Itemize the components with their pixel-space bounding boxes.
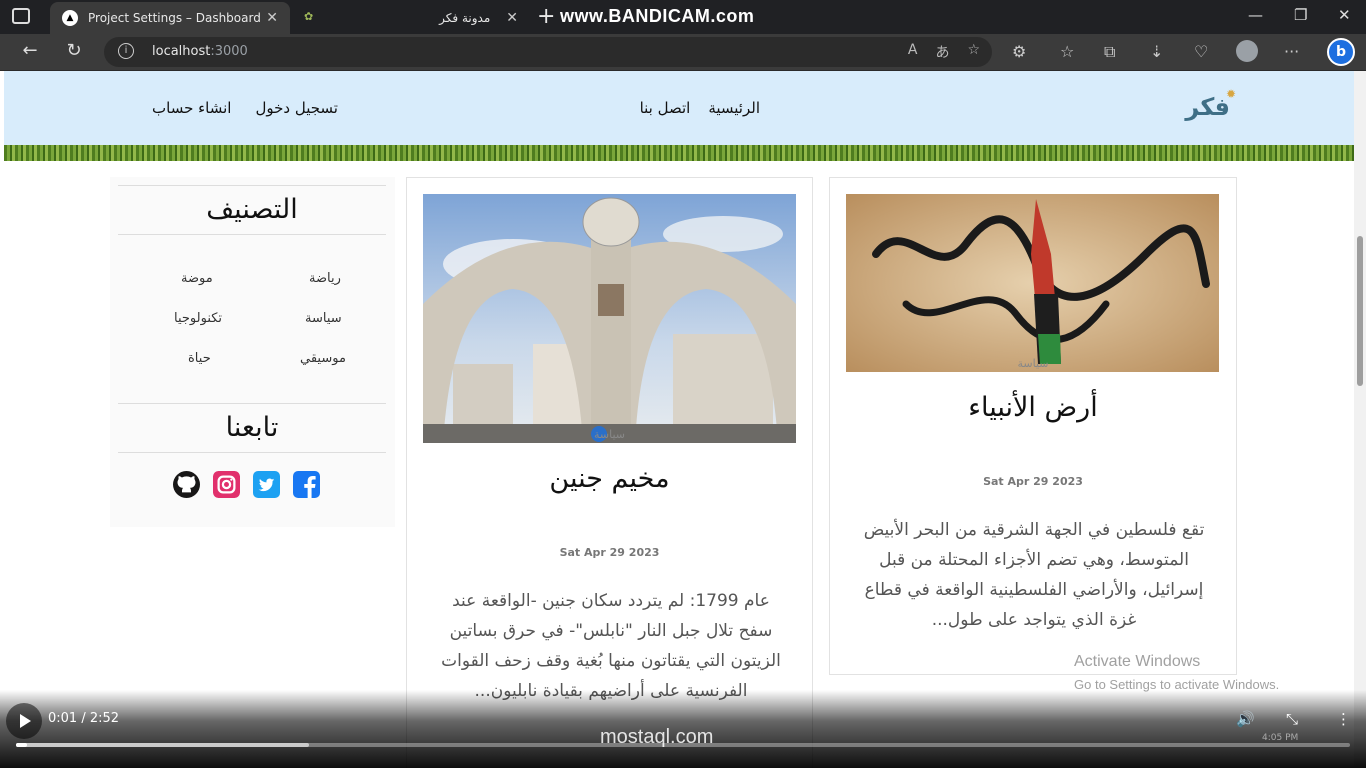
post-image[interactable] xyxy=(423,194,796,443)
sidebar: التصنيف رياضة موضة سياسة تكنولوجيا موسيق… xyxy=(110,177,395,527)
category-sports[interactable]: رياضة xyxy=(309,271,341,286)
post-category[interactable]: سياسة xyxy=(830,357,1236,370)
facebook-icon[interactable] xyxy=(293,471,320,498)
minimize-icon[interactable]: — xyxy=(1248,6,1263,24)
recorder-watermark: www.BANDICAM.com xyxy=(560,6,755,26)
github-icon[interactable] xyxy=(173,471,200,498)
post-title[interactable]: أرض الأنبياء xyxy=(830,392,1236,423)
blog-favicon-icon: ✿ xyxy=(304,10,314,23)
post-date: Sat Apr 29 2023 xyxy=(559,546,660,559)
nav-contact[interactable]: اتصل بنا xyxy=(640,99,691,117)
main-nav: الرئيسية اتصل بنا xyxy=(640,99,760,117)
bing-icon[interactable]: b xyxy=(1327,38,1355,66)
jenin-arch-image xyxy=(423,194,796,443)
favorites-icon[interactable]: ☆ xyxy=(1060,42,1074,61)
browser-window: ▲ Project Settings – Dashboard – V ✕ ✿ م… xyxy=(0,0,1366,768)
auth-nav: انشاء حساب تسجيل دخول xyxy=(152,99,338,117)
back-arrow-icon[interactable]: ← xyxy=(18,40,42,61)
post-card[interactable]: سياسة أرض الأنبياء Sat Apr 29 2023 تقع ف… xyxy=(829,177,1237,675)
new-tab-button[interactable]: + xyxy=(537,4,555,29)
close-icon[interactable]: ✕ xyxy=(506,10,518,26)
logo-text: فكر xyxy=(1185,93,1230,121)
maximize-icon[interactable]: ❐ xyxy=(1294,6,1307,24)
profile-avatar[interactable] xyxy=(1236,40,1258,62)
category-music[interactable]: موسيقي xyxy=(300,351,346,366)
page-scrollbar[interactable] xyxy=(1354,71,1366,768)
category-life[interactable]: حياة xyxy=(188,351,211,366)
login-link[interactable]: تسجيل دخول xyxy=(255,99,338,117)
url-host: localhost xyxy=(152,44,211,59)
site-logo[interactable]: فكر ✹ xyxy=(1185,87,1236,121)
post-title[interactable]: مخيم جنين xyxy=(407,463,812,494)
address-toolbar: ← ↻ i localhost:3000 A あ ☆ ⚙ ☆ ⧉ ⇣ ♡ ···… xyxy=(0,34,1366,71)
fullscreen-icon[interactable]: ⤡ xyxy=(1286,710,1298,728)
scrollbar-thumb[interactable] xyxy=(1357,236,1363,386)
refresh-icon[interactable]: ↻ xyxy=(62,40,86,61)
tab-label: مدونة فكر xyxy=(439,11,491,25)
tab-blog[interactable]: ✿ مدونة فكر ✕ xyxy=(292,2,530,34)
volume-icon[interactable]: 🔊 xyxy=(1236,710,1255,728)
palestine-graffiti-image xyxy=(846,194,1219,372)
signup-link[interactable]: انشاء حساب xyxy=(152,99,231,117)
category-fashion[interactable]: موضة xyxy=(181,271,213,286)
video-progress-bar[interactable] xyxy=(16,743,1350,747)
downloads-icon[interactable]: ⇣ xyxy=(1150,42,1163,61)
grass-banner xyxy=(4,145,1354,161)
close-icon[interactable]: ✕ xyxy=(266,10,278,26)
translate-icon[interactable]: あ xyxy=(935,42,949,62)
url-text[interactable]: localhost:3000 xyxy=(152,44,248,59)
nav-home[interactable]: الرئيسية xyxy=(708,99,760,117)
post-image[interactable] xyxy=(846,194,1219,372)
more-options-icon[interactable]: ⋮ xyxy=(1336,710,1351,728)
video-controls: 0:01 / 2:52 mostaql.com 🔊 ⤡ ⋮ 4:05 PM xyxy=(0,690,1366,768)
video-buffer-fill xyxy=(16,743,310,747)
play-icon[interactable] xyxy=(6,703,42,739)
post-date: Sat Apr 29 2023 xyxy=(983,475,1083,488)
instagram-icon[interactable] xyxy=(213,471,240,498)
extensions-icon[interactable]: ⚙ xyxy=(1012,42,1026,61)
url-bar[interactable]: i localhost:3000 A あ ☆ xyxy=(104,37,992,67)
video-time: 0:01 / 2:52 xyxy=(48,711,120,726)
system-clock: 4:05 PM xyxy=(1262,733,1299,743)
tab-actions-icon[interactable] xyxy=(12,8,30,24)
read-aloud-icon[interactable]: A xyxy=(908,42,918,62)
performance-icon[interactable]: ♡ xyxy=(1194,42,1208,61)
url-port: :3000 xyxy=(210,44,248,59)
category-politics[interactable]: سياسة xyxy=(305,311,342,326)
bulb-icon: ✹ xyxy=(1225,87,1236,101)
tab-label: Project Settings – Dashboard – V xyxy=(88,11,261,25)
post-excerpt: عام 1799: لم يتردد سكان جنين -الواقعة عن… xyxy=(441,591,781,701)
info-icon[interactable]: i xyxy=(118,43,134,59)
more-menu-icon[interactable]: ··· xyxy=(1284,42,1299,61)
page-viewport: فكر ✹ الرئيسية اتصل بنا انشاء حساب تسجيل… xyxy=(0,71,1366,768)
follow-title: تابعنا xyxy=(118,403,386,453)
url-actions: A あ ☆ xyxy=(908,42,980,62)
vercel-favicon-icon: ▲ xyxy=(62,10,78,26)
tab-bar: ▲ Project Settings – Dashboard – V ✕ ✿ م… xyxy=(0,0,1366,34)
video-progress-fill xyxy=(16,743,27,747)
site-header: فكر ✹ الرئيسية اتصل بنا انشاء حساب تسجيل… xyxy=(4,71,1354,161)
activate-windows-title: Activate Windows xyxy=(1074,653,1201,670)
add-favorite-icon[interactable]: ☆ xyxy=(967,42,980,62)
tab-project-settings[interactable]: ▲ Project Settings – Dashboard – V ✕ xyxy=(50,2,290,34)
categories-title: التصنيف xyxy=(118,185,386,235)
collections-icon[interactable]: ⧉ xyxy=(1104,42,1115,62)
close-window-icon[interactable]: ✕ xyxy=(1338,6,1351,24)
post-card[interactable]: سياسة مخيم جنين Sat Apr 29 2023 عام 1799… xyxy=(406,177,813,768)
twitter-icon[interactable] xyxy=(253,471,280,498)
category-technology[interactable]: تكنولوجيا xyxy=(174,311,222,326)
post-category[interactable]: سياسة xyxy=(407,428,812,441)
post-excerpt: تقع فلسطين في الجهة الشرقية من البحر الأ… xyxy=(863,520,1205,630)
